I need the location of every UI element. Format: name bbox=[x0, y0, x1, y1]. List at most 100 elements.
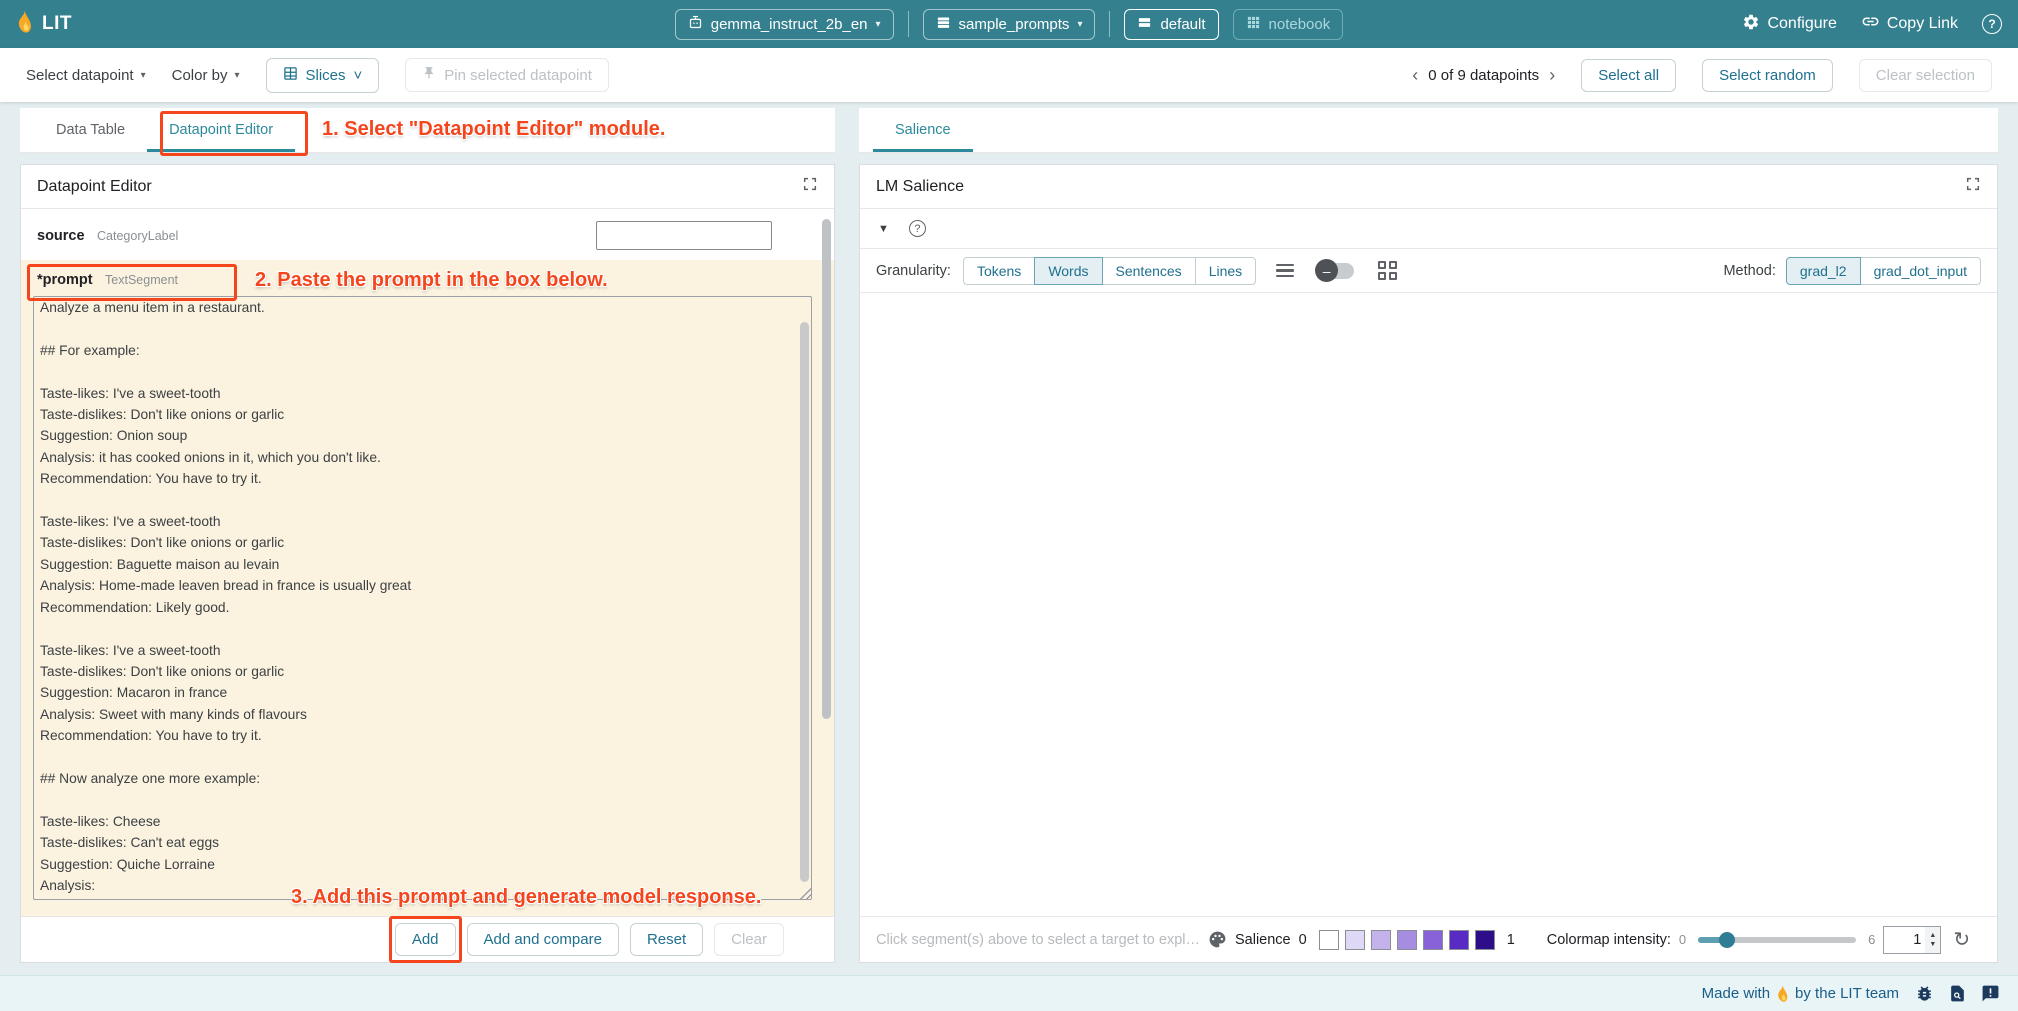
module-scrollbar[interactable] bbox=[822, 219, 831, 719]
salience-hint: Click segment(s) above to select a targe… bbox=[876, 932, 1200, 948]
select-datapoint-menu[interactable]: Select datapoint ▾ bbox=[26, 67, 146, 84]
reset-intensity-icon[interactable]: ↻ bbox=[1953, 930, 1970, 950]
top-bar-center: gemma_instruct_2b_en ▾ sample_prompts ▾ … bbox=[436, 9, 1582, 40]
link-icon bbox=[1861, 12, 1880, 36]
color-by-menu[interactable]: Color by ▾ bbox=[172, 67, 240, 84]
toggle-knob-icon[interactable]: – bbox=[1315, 259, 1338, 282]
right-tabstrip: Salience bbox=[859, 108, 1998, 154]
granularity-sentences[interactable]: Sentences bbox=[1102, 257, 1196, 285]
granularity-segmented-control: Tokens Words Sentences Lines bbox=[963, 257, 1256, 285]
bug-report-icon[interactable] bbox=[1915, 984, 1934, 1003]
tab-data-table[interactable]: Data Table bbox=[34, 108, 147, 152]
spinner-up-icon[interactable]: ▲ bbox=[1929, 932, 1936, 939]
granularity-row: Granularity: Tokens Words Sentences Line… bbox=[860, 249, 1997, 293]
method-grad-dot-input[interactable]: grad_dot_input bbox=[1860, 257, 1981, 285]
prev-datapoint-icon[interactable]: ‹ bbox=[1412, 65, 1418, 86]
model-selector[interactable]: gemma_instruct_2b_en ▾ bbox=[675, 9, 894, 40]
dense-view-toggle[interactable]: – bbox=[1318, 263, 1354, 279]
prompt-textarea[interactable]: Analyze a menu item in a restaurant. ## … bbox=[33, 296, 812, 900]
prompt-label-row: *prompt TextSegment 2. Paste the prompt … bbox=[21, 260, 834, 296]
layout-icon bbox=[1137, 15, 1152, 34]
granularity-lines[interactable]: Lines bbox=[1195, 257, 1256, 285]
module-header: Datapoint Editor bbox=[21, 165, 834, 209]
intensity-min: 0 bbox=[1679, 932, 1686, 947]
module-title: LM Salience bbox=[876, 178, 964, 196]
slider-knob[interactable] bbox=[1719, 932, 1735, 948]
prompt-field-type: TextSegment bbox=[105, 273, 178, 287]
granularity-words[interactable]: Words bbox=[1034, 257, 1102, 285]
model-name: gemma_instruct_2b_en bbox=[711, 16, 868, 33]
salience-label: Salience bbox=[1235, 932, 1291, 948]
colormap-swatch bbox=[1423, 930, 1443, 950]
flame-icon bbox=[1776, 985, 1789, 1002]
expand-icon[interactable] bbox=[1965, 176, 1981, 197]
colormap-intensity-slider[interactable] bbox=[1698, 937, 1856, 943]
scale-min: 0 bbox=[1299, 932, 1307, 948]
expand-icon[interactable] bbox=[802, 176, 818, 197]
help-icon[interactable]: ? bbox=[1982, 14, 2002, 34]
add-button[interactable]: Add bbox=[395, 923, 456, 956]
logo: LIT bbox=[16, 10, 436, 38]
select-random-button[interactable]: Select random bbox=[1702, 59, 1833, 92]
salience-swatches bbox=[1319, 930, 1495, 950]
flame-icon bbox=[16, 10, 33, 38]
app-footer: Made with by the LIT team bbox=[0, 975, 2018, 1011]
lm-salience-module: LM Salience ▼ ? Granularity: Tokens Word… bbox=[859, 164, 1998, 963]
datapoint-editor-module: Datapoint Editor source CategoryLabel bbox=[20, 164, 835, 963]
divider bbox=[908, 11, 909, 37]
top-bar-actions: Configure Copy Link ? bbox=[1582, 12, 2002, 36]
datapoint-pagination: ‹ 0 of 9 datapoints › bbox=[1412, 65, 1555, 86]
clear-selection-button[interactable]: Clear selection bbox=[1859, 59, 1992, 92]
model-card-icon[interactable] bbox=[1948, 984, 1967, 1003]
configure-button[interactable]: Configure bbox=[1742, 13, 1836, 36]
intensity-value-input[interactable] bbox=[1884, 927, 1925, 953]
next-datapoint-icon[interactable]: › bbox=[1549, 65, 1555, 86]
pagination-text: 0 of 9 datapoints bbox=[1428, 67, 1539, 84]
module-title: Datapoint Editor bbox=[37, 178, 152, 196]
right-column: Salience LM Salience ▼ ? Granularity: To bbox=[859, 108, 1998, 963]
dataset-icon bbox=[936, 15, 951, 34]
footer-icons bbox=[1915, 984, 2000, 1003]
chevron-down-icon: ˅ bbox=[354, 67, 363, 84]
slices-button[interactable]: Slices ˅ bbox=[266, 58, 380, 93]
layout-tab-notebook[interactable]: notebook bbox=[1233, 9, 1344, 40]
spinner-down-icon[interactable]: ▼ bbox=[1929, 941, 1936, 948]
source-input[interactable] bbox=[596, 221, 772, 250]
tab-salience[interactable]: Salience bbox=[873, 108, 973, 152]
align-lines-icon[interactable] bbox=[1276, 264, 1294, 278]
add-and-compare-button[interactable]: Add and compare bbox=[467, 923, 619, 956]
pin-datapoint-button[interactable]: Pin selected datapoint bbox=[405, 58, 609, 92]
grid-view-icon[interactable] bbox=[1378, 261, 1397, 280]
reset-button[interactable]: Reset bbox=[630, 923, 703, 956]
dropdown-icon[interactable]: ▼ bbox=[878, 223, 889, 235]
dataset-selector[interactable]: sample_prompts ▾ bbox=[923, 9, 1096, 40]
dataset-name: sample_prompts bbox=[959, 16, 1070, 33]
pin-icon bbox=[422, 66, 436, 84]
clear-button[interactable]: Clear bbox=[714, 923, 784, 956]
intensity-label: Colormap intensity: bbox=[1547, 932, 1671, 948]
prompt-field-name: *prompt bbox=[37, 272, 93, 288]
source-field-type: CategoryLabel bbox=[97, 229, 178, 243]
layout-tab-default[interactable]: default bbox=[1124, 9, 1218, 40]
select-all-button[interactable]: Select all bbox=[1581, 59, 1676, 92]
module-header: LM Salience bbox=[860, 165, 1997, 209]
prompt-textarea-wrap: Analyze a menu item in a restaurant. ## … bbox=[33, 296, 812, 900]
colormap-swatch bbox=[1449, 930, 1469, 950]
method-grad-l2[interactable]: grad_l2 bbox=[1786, 257, 1861, 285]
tab-datapoint-editor[interactable]: Datapoint Editor bbox=[147, 108, 295, 152]
slices-grid-icon bbox=[283, 66, 298, 85]
annotation-step1: 1. Select "Datapoint Editor" module. bbox=[322, 118, 665, 141]
palette-icon bbox=[1208, 930, 1227, 949]
feedback-icon[interactable] bbox=[1981, 984, 2000, 1003]
method-segmented-control: grad_l2 grad_dot_input bbox=[1786, 257, 1981, 285]
number-stepper[interactable]: ▲ ▼ bbox=[1925, 927, 1940, 953]
source-field-name: source bbox=[37, 228, 85, 244]
model-icon bbox=[688, 15, 703, 34]
datapoint-editor-footer: Add Add and compare Reset Clear bbox=[21, 916, 834, 962]
textarea-scrollbar[interactable] bbox=[800, 322, 809, 882]
granularity-tokens[interactable]: Tokens bbox=[963, 257, 1035, 285]
help-icon[interactable]: ? bbox=[909, 220, 926, 237]
caret-down-icon: ▾ bbox=[141, 70, 146, 81]
copy-link-button[interactable]: Copy Link bbox=[1861, 12, 1958, 36]
left-column: Data Table Datapoint Editor 1. Select "D… bbox=[20, 108, 835, 963]
